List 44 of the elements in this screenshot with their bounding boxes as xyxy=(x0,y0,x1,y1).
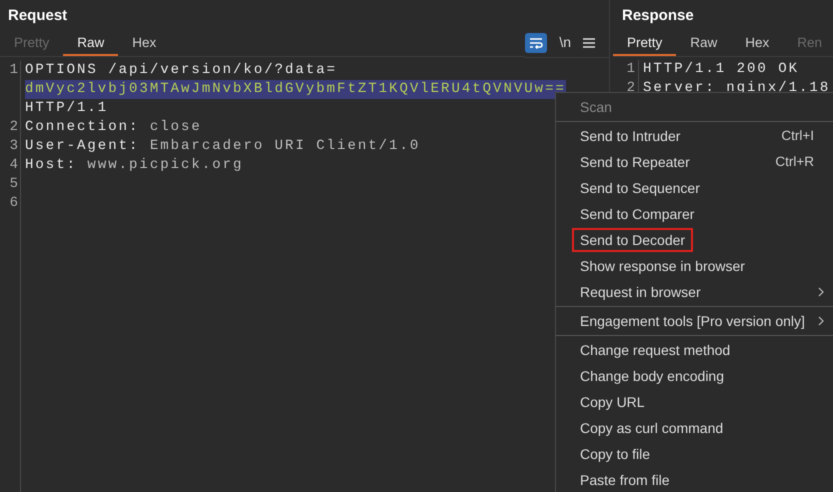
line-number: 5 xyxy=(8,175,19,194)
code-text: HTTP/1.1 xyxy=(25,99,108,118)
line-number: 2 xyxy=(626,79,636,98)
menu-item[interactable]: Send to Intruder xyxy=(572,124,688,148)
line-number: 1 xyxy=(8,61,19,80)
menu-item[interactable]: Copy to file xyxy=(572,442,658,466)
tab[interactable]: Raw xyxy=(676,32,732,56)
menu-item[interactable]: Paste from file xyxy=(572,468,678,492)
code-text: User-Agent: xyxy=(25,137,140,156)
code-text: www.picpick.org xyxy=(87,156,244,175)
tab[interactable]: Raw xyxy=(63,32,118,56)
panel-title: Response xyxy=(622,6,694,26)
menu-item[interactable]: Send to Repeater xyxy=(572,150,698,174)
line-number: 4 xyxy=(8,156,19,175)
menu-item[interactable]: Copy URL xyxy=(572,390,653,414)
code-text: Host: xyxy=(25,156,78,175)
line-number: 6 xyxy=(8,194,19,213)
code-text: Embarcadero URI Client/1.0 xyxy=(150,137,420,156)
code-text: HTTP/1.1 200 OK xyxy=(638,60,800,79)
code-text: Connection: xyxy=(25,118,140,137)
menu-item[interactable]: Copy as curl command xyxy=(572,416,732,440)
menu-item[interactable]: Engagement tools [Pro version only] xyxy=(572,309,813,333)
line-number: 2 xyxy=(8,118,19,137)
shortcut-text: Ctrl+R xyxy=(775,152,814,171)
code-text: close xyxy=(150,118,202,137)
panel-title: Request xyxy=(8,6,68,26)
shortcut-text: Ctrl+I xyxy=(781,126,814,145)
menu-item[interactable]: Change body encoding xyxy=(572,364,732,388)
newline-toggle[interactable]: \n xyxy=(559,32,571,53)
line-number: 1 xyxy=(626,60,636,79)
line-number: 3 xyxy=(8,137,19,156)
word-wrap-icon[interactable] xyxy=(525,32,548,52)
code-text: OPTIONS /api/version/ko/?data= xyxy=(25,61,338,80)
menu-item[interactable]: Request in browser xyxy=(572,280,709,304)
menu-item[interactable]: Send to Decoder xyxy=(572,228,694,252)
tab[interactable]: Pretty xyxy=(613,32,676,56)
tab[interactable]: Hex xyxy=(731,32,784,56)
menu-item[interactable]: Show response in browser xyxy=(572,254,753,278)
menu-icon[interactable] xyxy=(583,36,595,48)
tab[interactable]: Hex xyxy=(118,32,170,56)
menu-item[interactable]: Send to Sequencer xyxy=(572,176,708,200)
code-text: dmVyc2lvbj03MTAwJmNvbXBldGVybmFtZT1KQVlERU4tQVNVUw== xyxy=(25,80,566,99)
menu-item[interactable]: Change request method xyxy=(572,338,738,362)
menu-item[interactable]: Send to Comparer xyxy=(572,202,702,226)
